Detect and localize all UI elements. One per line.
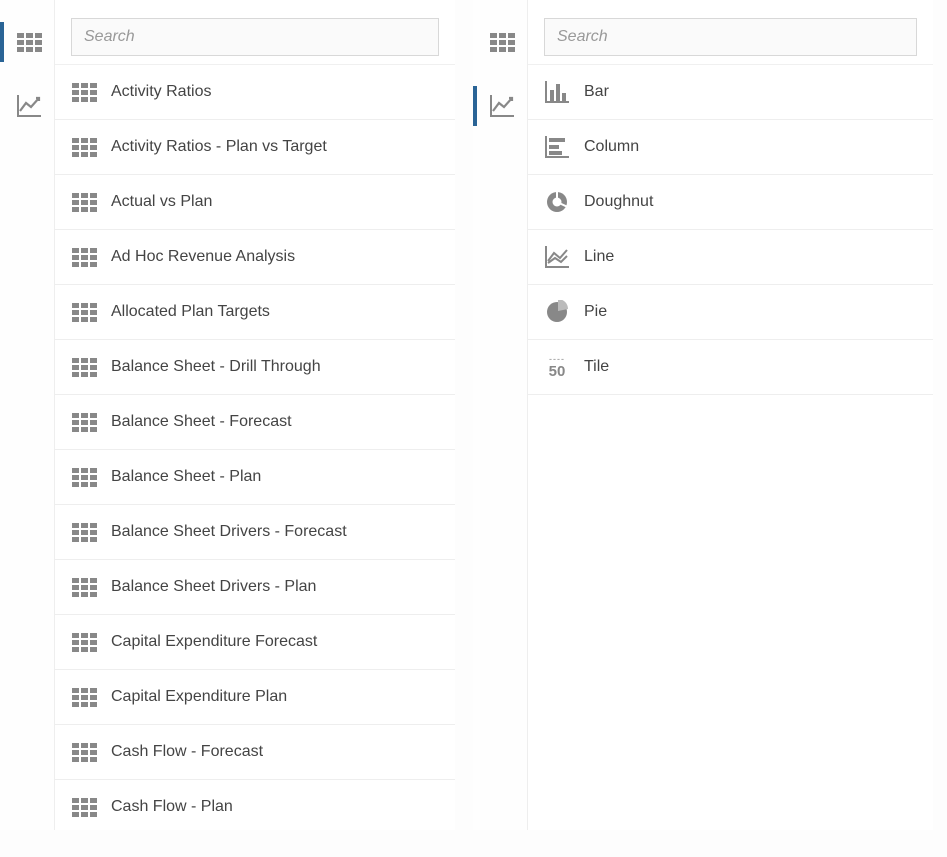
list-item-label: Actual vs Plan	[111, 193, 439, 211]
list-item-label: Ad Hoc Revenue Analysis	[111, 248, 439, 266]
list-item-label: Balance Sheet - Drill Through	[111, 358, 439, 376]
reports-list: Activity Ratios Activity Ratios - Plan vs…	[55, 65, 455, 830]
grid-icon	[71, 794, 97, 820]
reports-main: Activity Ratios Activity Ratios - Plan vs…	[54, 0, 455, 830]
list-item-label: Column	[584, 138, 917, 156]
panel-reports: Activity Ratios Activity Ratios - Plan vs…	[0, 0, 455, 830]
grid-icon	[71, 629, 97, 655]
list-item[interactable]: Capital Expenditure Forecast	[55, 615, 455, 670]
sidebar-tab-chart[interactable]	[0, 86, 54, 126]
sidebar-tab-grid[interactable]	[473, 22, 527, 62]
list-item[interactable]: Allocated Plan Targets	[55, 285, 455, 340]
list-item-label: Balance Sheet Drivers - Forecast	[111, 523, 439, 541]
charts-list: Bar Column Doughnut Line Pie ----50 Tile	[528, 65, 933, 395]
list-item-label: Line	[584, 248, 917, 266]
search-wrap	[528, 0, 933, 64]
chart-icon	[490, 95, 514, 117]
list-item[interactable]: Balance Sheet - Forecast	[55, 395, 455, 450]
list-item-label: Pie	[584, 303, 917, 321]
grid-icon	[71, 354, 97, 380]
search-input[interactable]	[544, 18, 917, 56]
search-input[interactable]	[71, 18, 439, 56]
grid-icon	[71, 299, 97, 325]
list-item[interactable]: Activity Ratios - Plan vs Target	[55, 120, 455, 175]
list-item-label: Balance Sheet - Plan	[111, 468, 439, 486]
column-icon	[544, 134, 570, 160]
list-item-label: Balance Sheet Drivers - Plan	[111, 578, 439, 596]
list-item-label: Capital Expenditure Forecast	[111, 633, 439, 651]
charts-main: Bar Column Doughnut Line Pie ----50 Tile	[527, 0, 933, 830]
panel-charts: Bar Column Doughnut Line Pie ----50 Tile	[473, 0, 933, 830]
list-item[interactable]: Capital Expenditure Plan	[55, 670, 455, 725]
list-item-label: Bar	[584, 83, 917, 101]
list-item-label: Allocated Plan Targets	[111, 303, 439, 321]
list-item[interactable]: Cash Flow - Plan	[55, 780, 455, 830]
list-item-label: Activity Ratios - Plan vs Target	[111, 138, 439, 156]
chart-icon	[17, 95, 41, 117]
grid-icon	[71, 574, 97, 600]
list-item[interactable]: Column	[528, 120, 933, 175]
grid-icon	[490, 33, 515, 52]
bar-icon	[544, 79, 570, 105]
list-item-label: Cash Flow - Plan	[111, 798, 439, 816]
list-item-label: Balance Sheet - Forecast	[111, 413, 439, 431]
list-item-label: Tile	[584, 358, 917, 376]
pie-icon	[544, 299, 570, 325]
list-item[interactable]: Ad Hoc Revenue Analysis	[55, 230, 455, 285]
list-item[interactable]: Pie	[528, 285, 933, 340]
list-item[interactable]: Cash Flow - Forecast	[55, 725, 455, 780]
grid-icon	[71, 134, 97, 160]
list-item-label: Doughnut	[584, 193, 917, 211]
list-item-label: Cash Flow - Forecast	[111, 743, 439, 761]
grid-icon	[17, 33, 42, 52]
list-item-label: Capital Expenditure Plan	[111, 688, 439, 706]
charts-list-scroll[interactable]: Bar Column Doughnut Line Pie ----50 Tile	[528, 64, 933, 830]
list-item[interactable]: Line	[528, 230, 933, 285]
list-item[interactable]: Balance Sheet Drivers - Plan	[55, 560, 455, 615]
list-item[interactable]: Activity Ratios	[55, 65, 455, 120]
list-item-label: Activity Ratios	[111, 83, 439, 101]
list-item[interactable]: Balance Sheet - Drill Through	[55, 340, 455, 395]
sidebar-tab-grid[interactable]	[0, 22, 54, 62]
list-item[interactable]: Balance Sheet Drivers - Forecast	[55, 505, 455, 560]
sidebar-left	[0, 0, 54, 830]
grid-icon	[71, 244, 97, 270]
grid-icon	[71, 684, 97, 710]
tile-icon: ----50	[544, 354, 570, 380]
list-item[interactable]: ----50 Tile	[528, 340, 933, 395]
list-item[interactable]: Doughnut	[528, 175, 933, 230]
grid-icon	[71, 409, 97, 435]
list-item[interactable]: Balance Sheet - Plan	[55, 450, 455, 505]
search-wrap	[55, 0, 455, 64]
grid-icon	[71, 739, 97, 765]
list-item[interactable]: Bar	[528, 65, 933, 120]
sidebar-tab-chart[interactable]	[473, 86, 527, 126]
grid-icon	[71, 519, 97, 545]
grid-icon	[71, 79, 97, 105]
grid-icon	[71, 189, 97, 215]
line-icon	[544, 244, 570, 270]
list-item[interactable]: Actual vs Plan	[55, 175, 455, 230]
reports-list-scroll[interactable]: Activity Ratios Activity Ratios - Plan vs…	[55, 64, 455, 830]
doughnut-icon	[544, 189, 570, 215]
grid-icon	[71, 464, 97, 490]
sidebar-right	[473, 0, 527, 830]
